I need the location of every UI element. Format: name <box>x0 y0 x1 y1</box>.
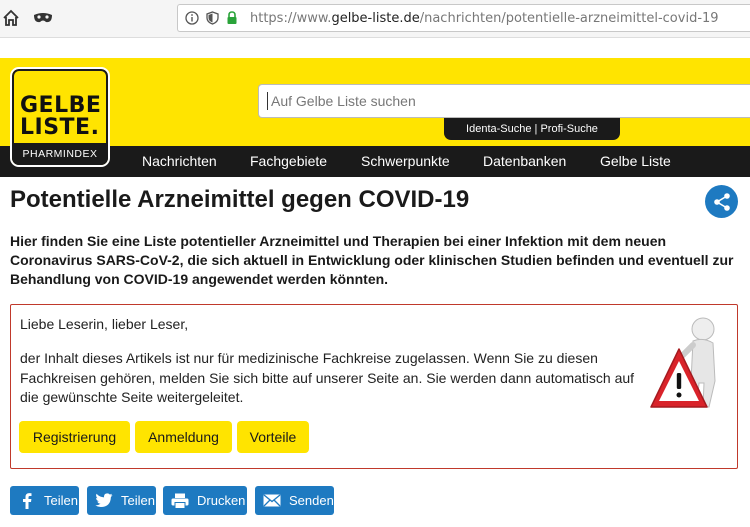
print-button[interactable]: Drucken <box>163 486 247 515</box>
search-input[interactable]: Auf Gelbe Liste suchen <box>258 84 750 118</box>
email-send-label: Senden <box>289 493 334 508</box>
twitter-share-label: Teilen <box>121 493 155 508</box>
browser-toolbar: https://www.gelbe-liste.de/nachrichten/p… <box>0 0 750 38</box>
identa-profi-search-link[interactable]: Identa-Suche | Profi-Suche <box>444 118 620 140</box>
home-icon[interactable] <box>0 8 22 28</box>
notice-body: der Inhalt dieses Artikels ist nur für m… <box>20 350 635 405</box>
twitter-icon <box>95 492 113 510</box>
warning-figure-icon <box>650 317 716 408</box>
nav-item-nachrichten[interactable]: Nachrichten <box>142 146 217 177</box>
url-text: https://www.gelbe-liste.de/nachrichten/p… <box>250 10 719 26</box>
main-navigation: Nachrichten Fachgebiete Schwerpunkte Dat… <box>0 146 750 177</box>
nav-item-fachgebiete[interactable]: Fachgebiete <box>250 146 327 177</box>
facebook-share-label: Teilen <box>44 493 78 508</box>
address-bar[interactable]: https://www.gelbe-liste.de/nachrichten/p… <box>177 4 750 32</box>
page-title: Potentielle Arzneimittel gegen COVID-19 <box>10 186 470 213</box>
notice-greeting: Liebe Leserin, lieber Leser, <box>20 316 189 332</box>
nav-item-schwerpunkte[interactable]: Schwerpunkte <box>361 146 450 177</box>
logo-text-line1: GELBE <box>20 93 102 118</box>
printer-icon <box>171 492 189 510</box>
info-icon[interactable] <box>184 10 200 26</box>
twitter-share-button[interactable]: Teilen <box>87 486 156 515</box>
private-mask-icon[interactable] <box>32 8 54 28</box>
tracking-shield-icon[interactable] <box>204 10 220 26</box>
restricted-access-notice: Liebe Leserin, lieber Leser, der Inhalt … <box>10 304 738 469</box>
envelope-icon <box>263 492 281 510</box>
facebook-share-button[interactable]: Teilen <box>10 486 79 515</box>
nav-item-datenbanken[interactable]: Datenbanken <box>483 146 566 177</box>
share-button[interactable] <box>705 185 738 218</box>
nav-item-gelbe-liste[interactable]: Gelbe Liste <box>600 146 671 177</box>
login-button[interactable]: Anmeldung <box>135 421 232 453</box>
logo-subtitle: PHARMINDEX <box>12 143 108 165</box>
email-send-button[interactable]: Senden <box>255 486 334 515</box>
search-placeholder: Auf Gelbe Liste suchen <box>271 93 416 109</box>
facebook-icon <box>18 492 36 510</box>
share-icon <box>713 192 730 211</box>
print-label: Drucken <box>197 493 246 508</box>
gelbe-liste-logo[interactable]: GELBE LISTE. PHARMINDEX <box>10 67 110 167</box>
benefits-button[interactable]: Vorteile <box>237 421 309 453</box>
logo-text-line2: LISTE. <box>20 115 100 140</box>
lock-icon[interactable] <box>224 10 240 26</box>
article-intro: Hier finden Sie eine Liste potentieller … <box>10 233 734 287</box>
register-button[interactable]: Registrierung <box>19 421 130 453</box>
